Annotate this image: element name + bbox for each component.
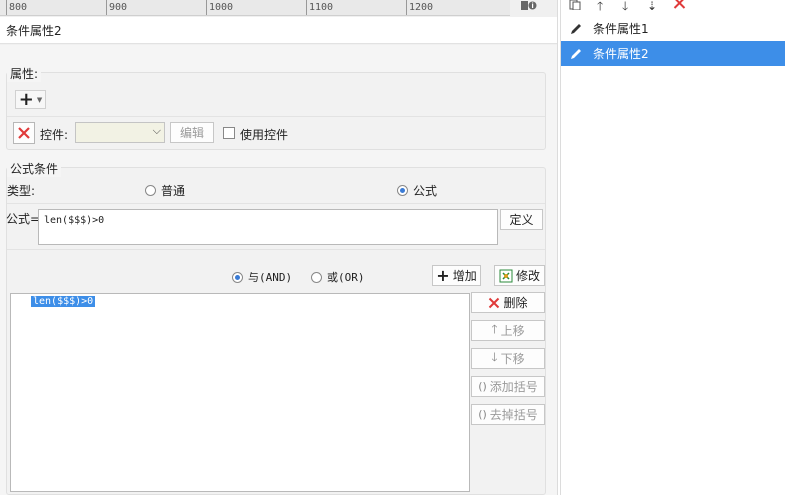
control-select[interactable]: ⌵ (75, 122, 165, 143)
modify-condition-button[interactable]: 修改 (494, 265, 545, 286)
list-item[interactable]: 条件属性2 (561, 41, 785, 66)
add-condition-label: 增加 (452, 269, 477, 283)
arrow-up-icon: 🡑 (491, 322, 498, 336)
close-icon (18, 127, 30, 139)
type-formula-radio[interactable]: 公式 (397, 182, 437, 199)
ruler-mark: 1100 (309, 2, 334, 13)
attribute-legend: 属性: (7, 65, 42, 82)
list-item-label: 条件属性1 (593, 22, 649, 36)
delete-attribute-button[interactable] (13, 122, 35, 144)
remove-bracket-icon: () (478, 408, 487, 421)
move-down-label: 下移 (500, 352, 525, 366)
add-bracket-button[interactable]: () 添加括号 (471, 376, 545, 397)
remove-bracket-label: 去掉括号 (489, 408, 538, 422)
delete-condition-button[interactable]: 删除 (471, 292, 545, 313)
radio-dot (145, 185, 156, 196)
modify-icon (499, 269, 513, 282)
control-label: 控件: (40, 128, 69, 142)
delete-icon[interactable] (673, 0, 686, 11)
sort-icon[interactable]: ⇣ (647, 0, 657, 12)
radio-dot (311, 271, 322, 283)
list-item-label: 条件属性2 (593, 47, 649, 61)
add-bracket-label: 添加括号 (489, 380, 538, 394)
and-radio[interactable]: 与(AND) (232, 269, 292, 285)
ruler-mark: 800 (9, 2, 28, 13)
condition-attribute-list: 🡑 🡓 ⇣ 条件属性1 条件属性2 (561, 0, 796, 495)
move-down-icon[interactable]: 🡓 (622, 0, 628, 12)
chevron-down-icon: ⌵ (152, 124, 161, 137)
use-control-checkbox[interactable] (223, 127, 235, 139)
ruler: 800 900 1000 1100 1200 (0, 0, 510, 16)
ruler-mark: 1200 (409, 2, 434, 13)
separator (7, 203, 545, 204)
bracket-icon: () (478, 380, 487, 393)
remove-bracket-button[interactable]: () 去掉括号 (471, 404, 545, 425)
or-label: 或(OR) (327, 271, 365, 284)
ruler-mark: 1000 (209, 2, 234, 13)
radio-dot (397, 185, 408, 196)
pencil-icon (571, 48, 581, 59)
type-label: 类型: (7, 184, 36, 198)
move-up-icon[interactable]: 🡑 (597, 0, 603, 12)
define-button[interactable]: 定义 (500, 209, 543, 230)
move-down-button[interactable]: 🡓 下移 (471, 348, 545, 369)
arrow-down-icon: 🡓 (491, 350, 498, 364)
list-toolbar: 🡑 🡓 ⇣ (561, 0, 796, 14)
and-label: 与(AND) (248, 271, 293, 284)
add-attribute-button[interactable]: + ▼ (15, 90, 46, 109)
formula-label: 公式= (6, 212, 41, 226)
plus-icon: + (436, 265, 450, 285)
separator (7, 249, 545, 250)
condition-list-item[interactable]: len($$$)>0 (31, 296, 96, 307)
delete-condition-label: 删除 (503, 296, 528, 310)
copy-icon[interactable] (569, 0, 581, 12)
plus-icon: + (18, 88, 34, 110)
type-normal-label: 普通 (161, 184, 186, 198)
panel-title: 条件属性2 (0, 17, 557, 44)
radio-dot (232, 271, 243, 283)
condition-editor: 属性: + ▼ 控件: ⌵ 编辑 使用控件 公式条件 类型: 普通 公式 公式=… (0, 45, 557, 495)
info-icon[interactable] (521, 0, 537, 12)
move-up-label: 上移 (500, 324, 525, 338)
condition-list-box[interactable]: len($$$)>0 (10, 293, 470, 492)
chevron-down-icon: ▼ (36, 95, 43, 104)
move-up-button[interactable]: 🡑 上移 (471, 320, 545, 341)
ruler-mark: 900 (109, 2, 128, 13)
separator (7, 116, 545, 117)
list-item[interactable]: 条件属性1 (561, 16, 785, 41)
modify-condition-label: 修改 (515, 269, 540, 283)
pencil-icon (571, 23, 581, 34)
or-radio[interactable]: 或(OR) (311, 269, 365, 285)
type-formula-label: 公式 (413, 184, 438, 198)
add-condition-button[interactable]: + 增加 (432, 265, 481, 286)
formula-condition-legend: 公式条件 (7, 160, 62, 177)
close-icon (489, 297, 500, 308)
use-control-label: 使用控件 (240, 128, 289, 142)
edit-control-button[interactable]: 编辑 (170, 122, 214, 143)
type-normal-radio[interactable]: 普通 (145, 182, 185, 199)
formula-input[interactable]: len($$$)>0 (38, 209, 498, 245)
